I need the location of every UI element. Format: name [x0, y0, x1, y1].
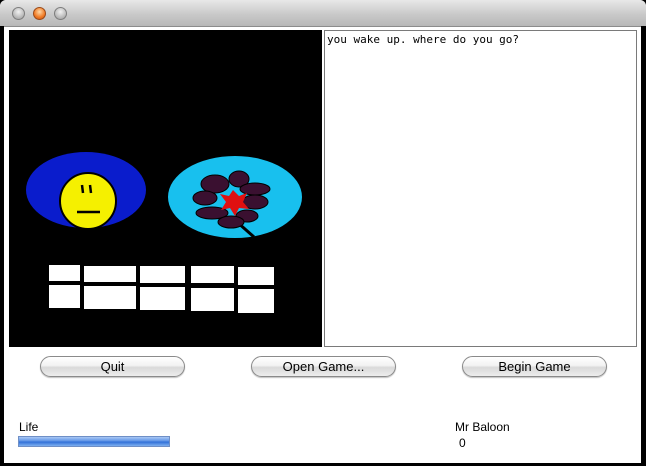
life-progress-fill: [19, 437, 169, 446]
petal: [192, 190, 218, 206]
window-frame-right: [641, 26, 646, 466]
minimize-window-icon[interactable]: [33, 7, 46, 20]
zoom-window-icon[interactable]: [54, 7, 67, 20]
quit-button[interactable]: Quit: [40, 356, 185, 377]
scene-drawing: [9, 30, 322, 347]
petal: [217, 215, 245, 229]
life-label: Life: [19, 420, 39, 434]
title-bar[interactable]: [0, 0, 646, 27]
block-grid: [47, 263, 276, 315]
smiley-face-icon: [59, 172, 117, 230]
begin-game-button[interactable]: Begin Game: [462, 356, 607, 377]
story-text-area[interactable]: you wake up. where do you go?: [324, 30, 637, 347]
open-game-button[interactable]: Open Game...: [251, 356, 396, 377]
petal: [239, 182, 271, 196]
life-progress-bar: [18, 436, 170, 447]
face-eye-left: [80, 184, 85, 194]
petal: [200, 174, 230, 194]
game-window: you wake up. where do you go? Quit Open …: [0, 0, 646, 466]
game-canvas: [9, 30, 322, 347]
enemy-name-label: Mr Baloon: [455, 420, 510, 434]
enemy-value-label: 0: [459, 436, 466, 450]
face-eye-right: [88, 184, 93, 194]
window-frame-left: [0, 26, 4, 466]
close-window-icon[interactable]: [12, 7, 25, 20]
